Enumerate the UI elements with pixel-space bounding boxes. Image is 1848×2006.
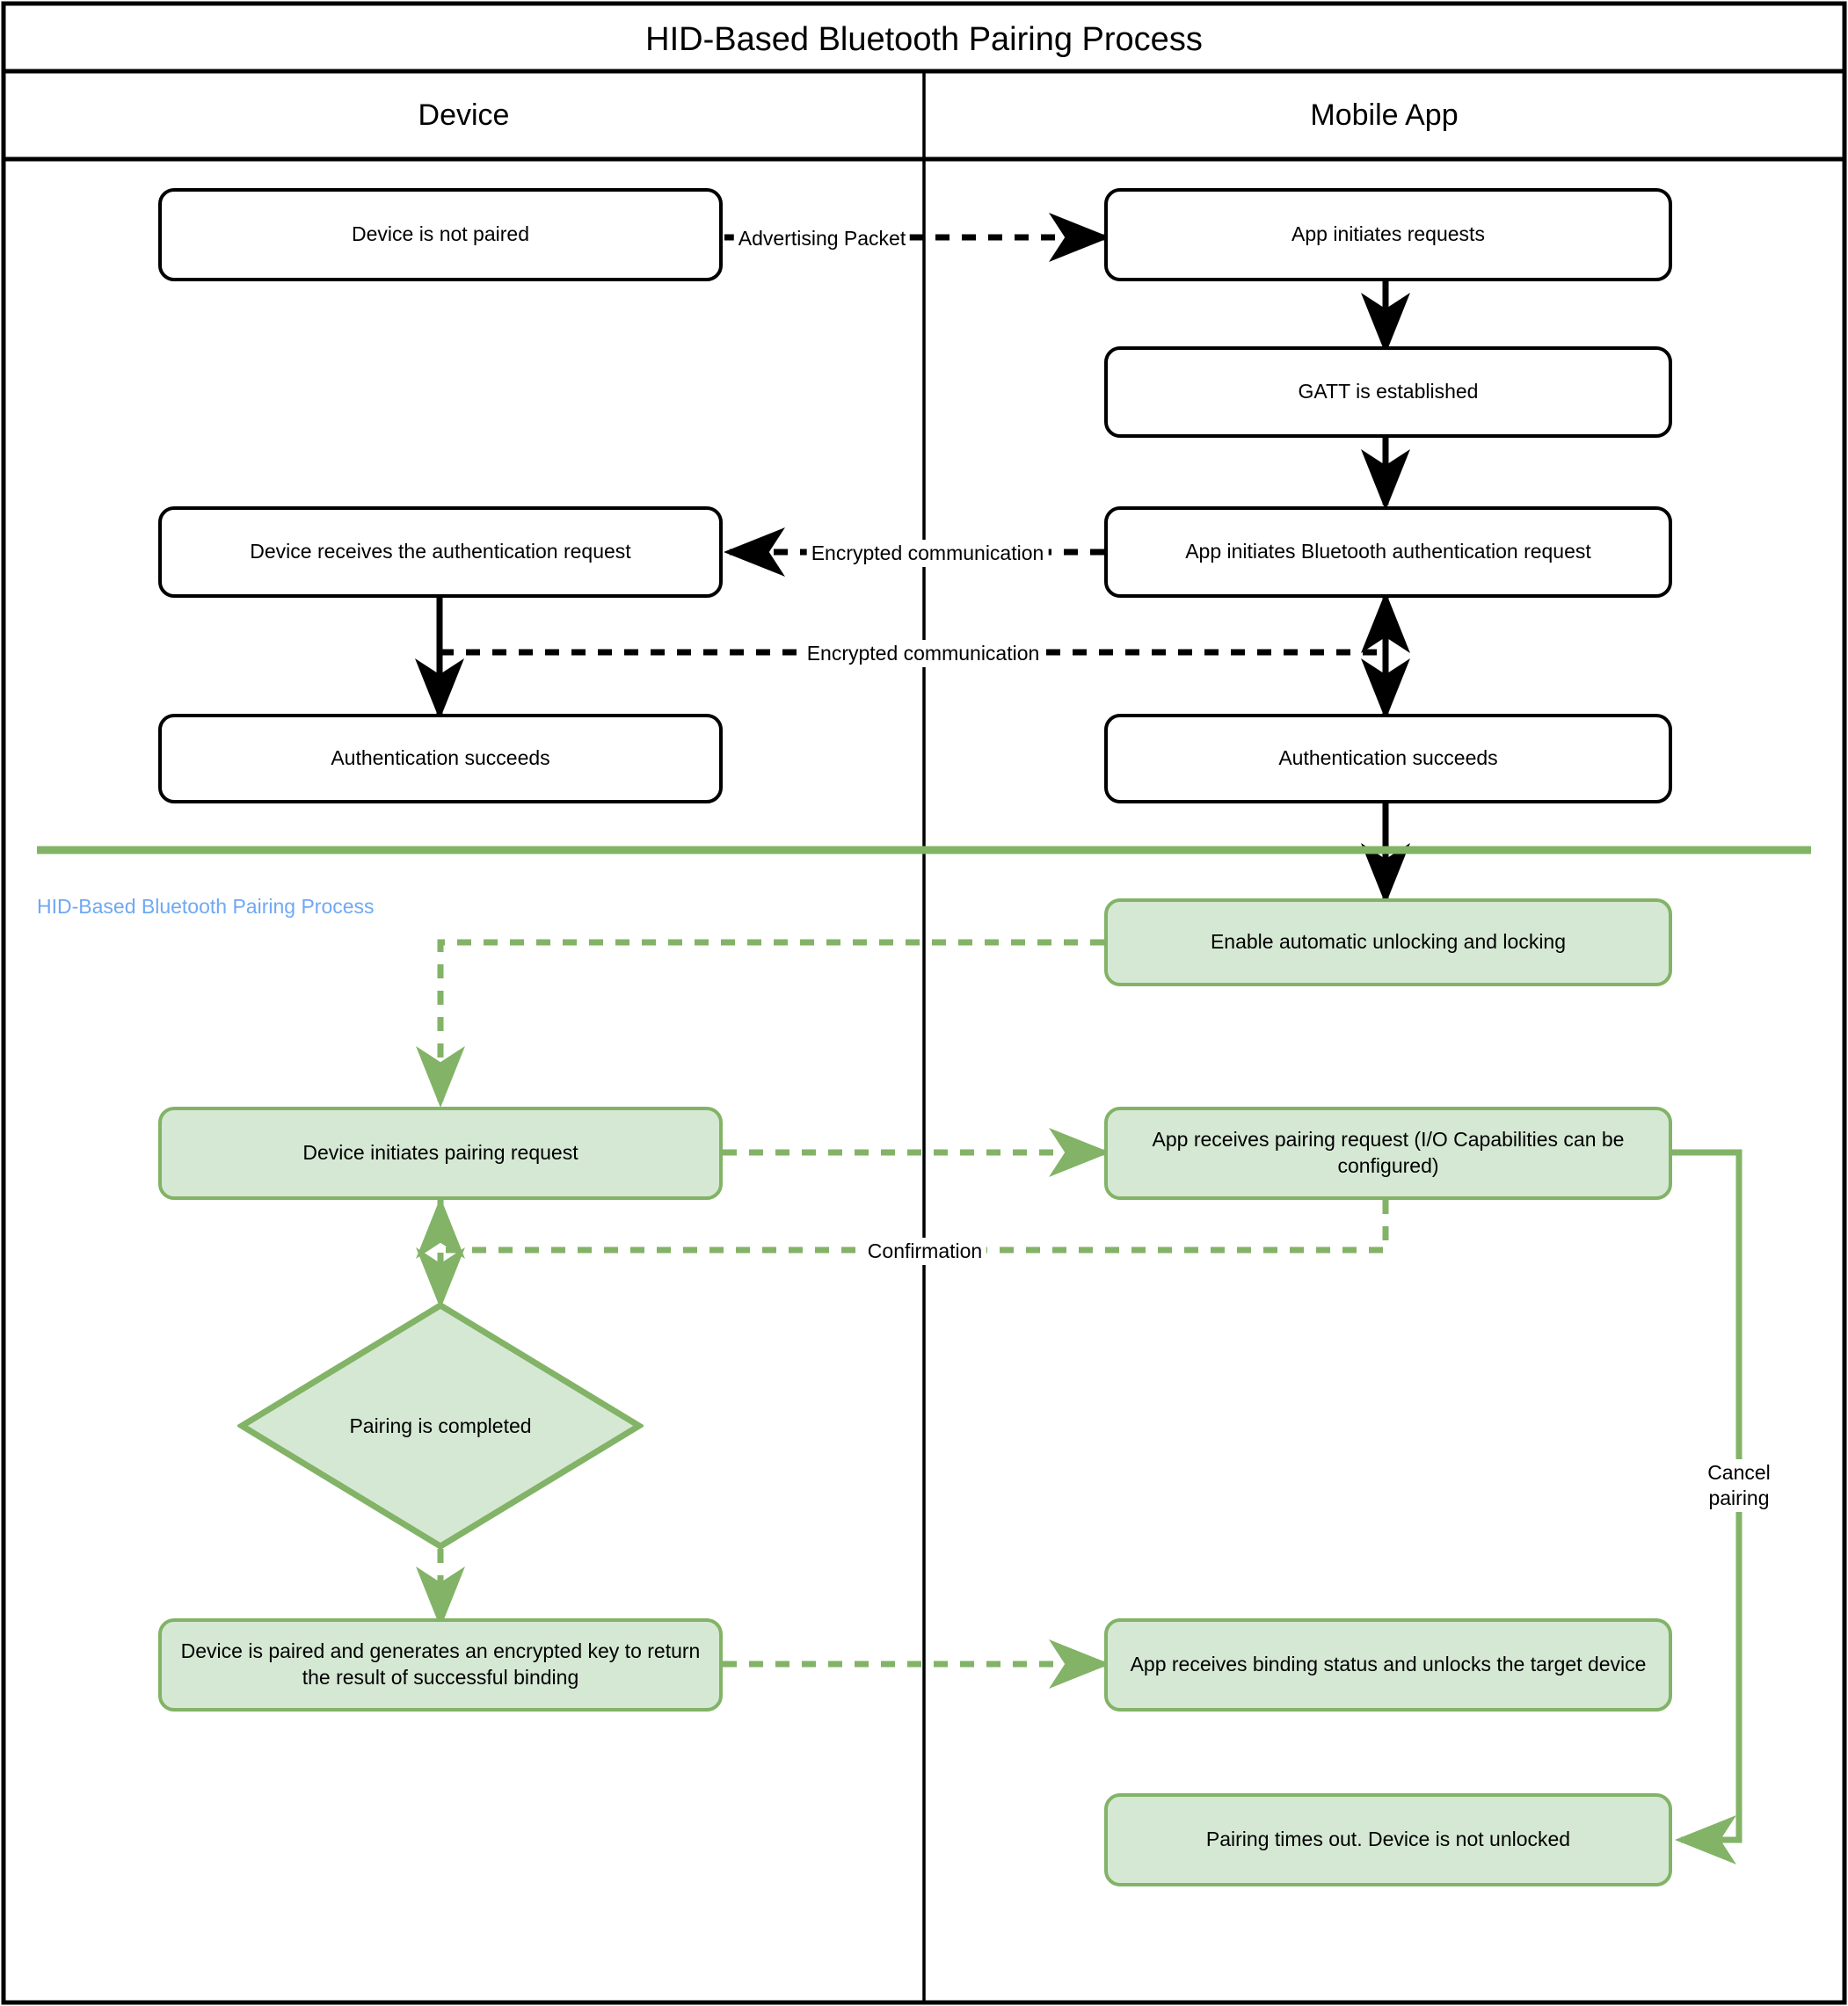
node-authentication-succeeds-device[interactable]: Authentication succeeds — [158, 714, 723, 803]
edge-label-cancel-pairing: Cancel pairing — [1695, 1459, 1783, 1512]
node-device-receives-authentication-request[interactable]: Device receives the authentication reque… — [158, 506, 723, 598]
node-label: App initiates Bluetooth authentication r… — [1185, 540, 1591, 563]
node-label: App receives binding status and unlocks … — [1130, 1653, 1647, 1676]
pool-label: HID-Based Bluetooth Pairing Process — [37, 895, 375, 918]
node-app-initiates-bluetooth-authentication-request[interactable]: App initiates Bluetooth authentication r… — [1104, 506, 1672, 598]
edge-label-cancel-pairing-line2: pairing — [1708, 1486, 1770, 1509]
node-label: GATT is established — [1298, 380, 1479, 403]
node-pairing-is-completed[interactable]: Pairing is completed — [236, 1301, 645, 1551]
node-device-initiates-pairing-request[interactable]: Device initiates pairing request — [158, 1107, 723, 1200]
node-gatt-is-established[interactable]: GATT is established — [1104, 346, 1672, 438]
edge-label-encrypted-communication-2: Encrypted communication — [802, 640, 1044, 667]
lane-header-device: Device — [418, 98, 510, 132]
node-label: Enable automatic unlocking and locking — [1210, 930, 1567, 954]
node-enable-automatic-unlocking-and-locking[interactable]: Enable automatic unlocking and locking — [1104, 898, 1672, 986]
edge-label-advertising-packet: Advertising Packet — [733, 225, 911, 252]
node-label: App receives pairing request (I/O Capabi… — [1152, 1128, 1625, 1177]
diagram-canvas: HID-Based Bluetooth Pairing Process Devi… — [0, 0, 1848, 2006]
node-device-is-not-paired[interactable]: Device is not paired — [158, 188, 723, 281]
node-label: Device is paired and generates an encryp… — [180, 1639, 701, 1689]
node-label: Device initiates pairing request — [302, 1141, 578, 1165]
edge-label-encrypted-communication-1: Encrypted communication — [806, 540, 1049, 567]
edge-enableauto-to-deviceinitpair — [416, 939, 1104, 1108]
edge-label-confirmation: Confirmation — [862, 1238, 987, 1265]
node-pairing-times-out[interactable]: Pairing times out. Device is not unlocke… — [1104, 1793, 1672, 1886]
edge-label-cancel-pairing-line1: Cancel — [1707, 1461, 1771, 1484]
node-label: Pairing times out. Device is not unlocke… — [1205, 1828, 1571, 1851]
node-label: Pairing is completed — [349, 1414, 532, 1437]
lane-header-mobile-app: Mobile App — [1310, 98, 1459, 132]
node-label: Authentication succeeds — [331, 746, 550, 770]
node-app-receives-pairing-request[interactable]: App receives pairing request (I/O Capabi… — [1104, 1107, 1672, 1200]
node-app-initiates-requests[interactable]: App initiates requests — [1104, 188, 1672, 281]
node-label: App initiates requests — [1291, 222, 1485, 246]
page-title: HID-Based Bluetooth Pairing Process — [645, 21, 1203, 58]
node-label: Authentication succeeds — [1278, 746, 1498, 770]
node-label: Device is not paired — [352, 222, 529, 246]
node-label: Device receives the authentication reque… — [250, 540, 631, 563]
node-authentication-succeeds-app[interactable]: Authentication succeeds — [1104, 714, 1672, 803]
node-app-receives-binding-status[interactable]: App receives binding status and unlocks … — [1104, 1618, 1672, 1712]
node-device-is-paired-generates-key[interactable]: Device is paired and generates an encryp… — [158, 1618, 723, 1712]
